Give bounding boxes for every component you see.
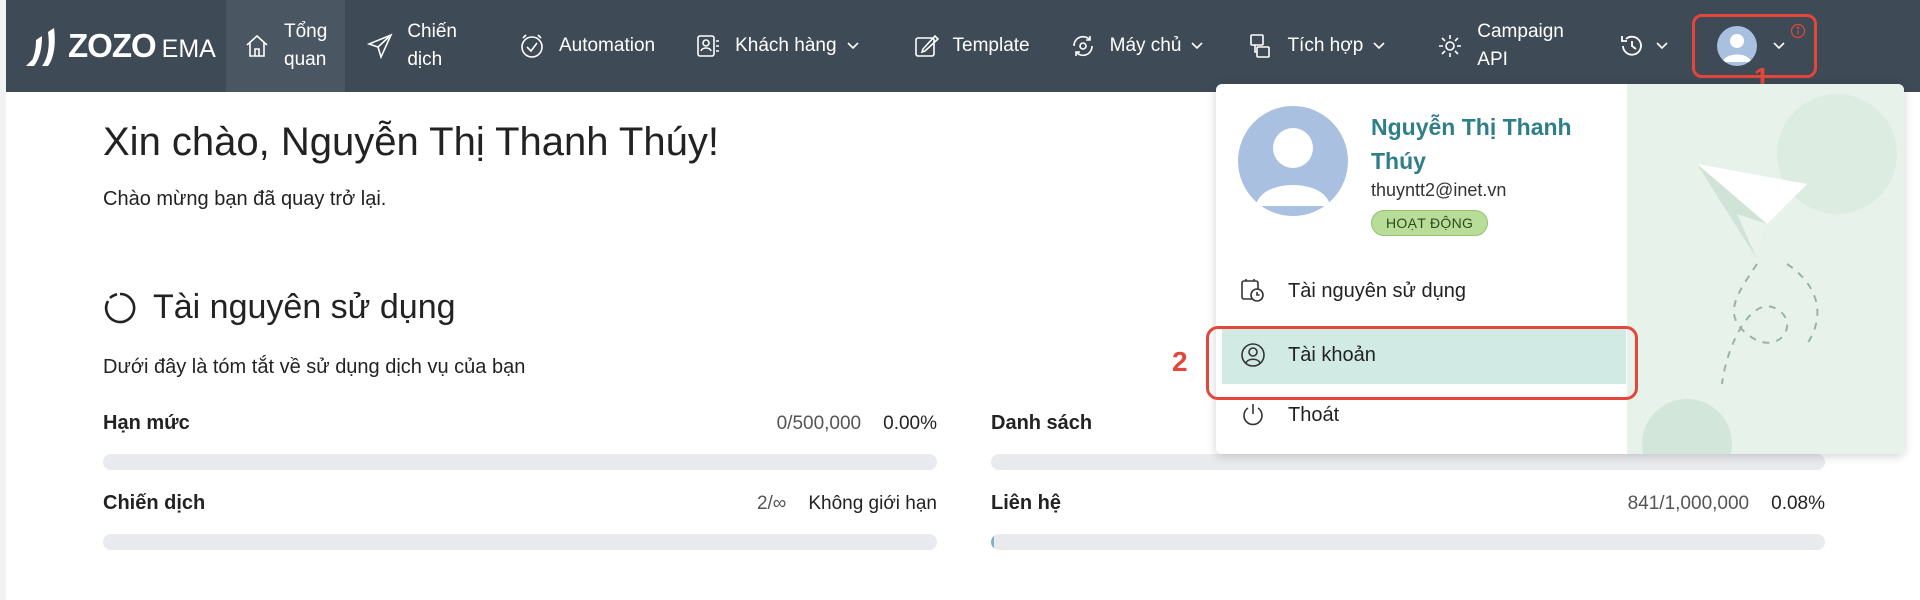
dropdown-decoration bbox=[1627, 84, 1904, 454]
nav-label-template: Template bbox=[952, 35, 1030, 56]
nav-item-servers[interactable]: Máy chủ bbox=[1048, 0, 1222, 92]
stat-quota: Hạn mức 0/500,000 0.00% bbox=[103, 412, 937, 470]
loading-ring-icon bbox=[104, 292, 136, 323]
nav-label-campaigns: Chiến dịch bbox=[407, 18, 457, 74]
info-icon bbox=[1790, 23, 1805, 39]
nav-label-line: dịch bbox=[407, 49, 443, 70]
stat-name: Hạn mức bbox=[103, 412, 190, 434]
clock-check-icon bbox=[521, 34, 543, 58]
resources-title: Tài nguyên sử dụng bbox=[153, 288, 456, 326]
user-silhouette-icon bbox=[1722, 34, 1751, 62]
brand-name: ZOZO bbox=[68, 27, 157, 64]
nav-label-line: Campaign bbox=[1477, 21, 1564, 42]
chevron-down-icon bbox=[1191, 42, 1204, 50]
menu-item-usage[interactable]: Tài nguyên sử dụng bbox=[1216, 262, 1627, 320]
menu-item-label: Tài nguyên sử dụng bbox=[1288, 279, 1466, 302]
gear-api-icon bbox=[1439, 35, 1462, 57]
history-button[interactable] bbox=[1588, 0, 1688, 92]
nav-label-servers: Máy chủ bbox=[1109, 35, 1182, 56]
nav-item-automation[interactable]: Automation bbox=[475, 0, 673, 92]
chevron-down-icon bbox=[1773, 42, 1785, 50]
power-icon bbox=[1243, 404, 1263, 426]
chevron-down-icon bbox=[846, 42, 859, 50]
nav-label-line: Tổng bbox=[284, 21, 328, 42]
stat-contacts: Liên hệ 841/1,000,000 0.08% bbox=[991, 492, 1825, 550]
nav-item-customers[interactable]: Khách hàng bbox=[673, 0, 876, 92]
nav-label-customers: Khách hàng bbox=[735, 35, 837, 56]
profile-name: Nguyễn Thị Thanh Thúy bbox=[1371, 114, 1572, 174]
integration-icon bbox=[1250, 34, 1271, 58]
stat-percent: Không giới hạn bbox=[808, 493, 937, 514]
nav-item-integrations[interactable]: Tích hợp bbox=[1221, 0, 1403, 92]
edit-icon bbox=[914, 34, 939, 57]
status-badge: HOẠT ĐỘNG bbox=[1371, 210, 1489, 236]
nav-item-campaigns[interactable]: Chiến dịch bbox=[345, 0, 475, 92]
stat-value: 2/∞ bbox=[756, 493, 787, 514]
nav-item-template[interactable]: Template bbox=[877, 0, 1048, 92]
profile-avatar bbox=[1238, 106, 1348, 216]
menu-item-label: Thoát bbox=[1288, 403, 1340, 426]
stat-percent: 0.00% bbox=[883, 413, 937, 434]
stat-name: Liên hệ bbox=[991, 492, 1062, 514]
server-sync-icon bbox=[1072, 35, 1093, 57]
progress-bar bbox=[991, 534, 1825, 550]
brand-logo[interactable]: ZOZO EMA bbox=[6, 0, 226, 92]
send-icon bbox=[367, 33, 393, 59]
usage-clock-icon bbox=[1241, 279, 1264, 302]
resources-header: Tài nguyên sử dụng bbox=[103, 288, 456, 327]
nav-label-integrations: Tích hợp bbox=[1287, 35, 1364, 56]
progress-bar bbox=[103, 534, 937, 550]
annotation-marker-2: 2 bbox=[1172, 346, 1188, 377]
stat-percent: 0.08% bbox=[1771, 493, 1825, 514]
nav-label-campaign-api: Campaign API bbox=[1477, 18, 1564, 74]
annotation-highlight-account bbox=[1206, 326, 1638, 400]
progress-fill bbox=[991, 534, 994, 550]
nav-label-line: API bbox=[1477, 49, 1508, 70]
page-title: Xin chào, Nguyễn Thị Thanh Thúy! bbox=[103, 120, 719, 164]
nav-item-overview[interactable]: Tổng quan bbox=[226, 0, 346, 92]
resources-description: Dưới đây là tóm tắt về sử dụng dịch vụ c… bbox=[103, 356, 526, 378]
stat-campaigns: Chiến dịch 2/∞ Không giới hạn bbox=[103, 492, 937, 550]
nav-label-line: Chiến bbox=[407, 21, 457, 42]
nav-label-overview: Tổng quan bbox=[284, 18, 327, 74]
user-silhouette-icon bbox=[1256, 128, 1330, 206]
chevron-down-icon bbox=[1373, 42, 1385, 50]
avatar bbox=[1716, 26, 1757, 66]
brand-suffix: EMA bbox=[161, 34, 216, 63]
history-icon bbox=[1620, 35, 1642, 56]
nav-label-line: quan bbox=[284, 49, 327, 70]
home-icon bbox=[246, 34, 268, 57]
top-navbar: ZOZO EMA Tổng quan Chiến dịch Automation… bbox=[6, 0, 1920, 92]
nav-item-campaign-api[interactable]: Campaign API bbox=[1403, 0, 1582, 92]
chevron-down-icon bbox=[1656, 42, 1668, 50]
welcome-text: Chào mừng bạn đã quay trở lại. bbox=[103, 188, 387, 210]
profile-email: thuyntt2@inet.vn bbox=[1371, 180, 1507, 200]
logo-mark-icon bbox=[26, 28, 55, 66]
stat-name: Chiến dịch bbox=[103, 492, 206, 514]
nav-right-tools bbox=[1588, 0, 1817, 92]
progress-bar bbox=[991, 454, 1825, 470]
stat-value: 0/500,000 bbox=[776, 413, 862, 434]
contacts-icon bbox=[697, 35, 720, 57]
nav-label-automation: Automation bbox=[558, 35, 656, 56]
paper-plane-illustration bbox=[1642, 94, 1897, 454]
stat-name: Danh sách bbox=[991, 412, 1093, 434]
progress-bar bbox=[103, 454, 937, 470]
stat-value: 841/1,000,000 bbox=[1627, 493, 1750, 514]
